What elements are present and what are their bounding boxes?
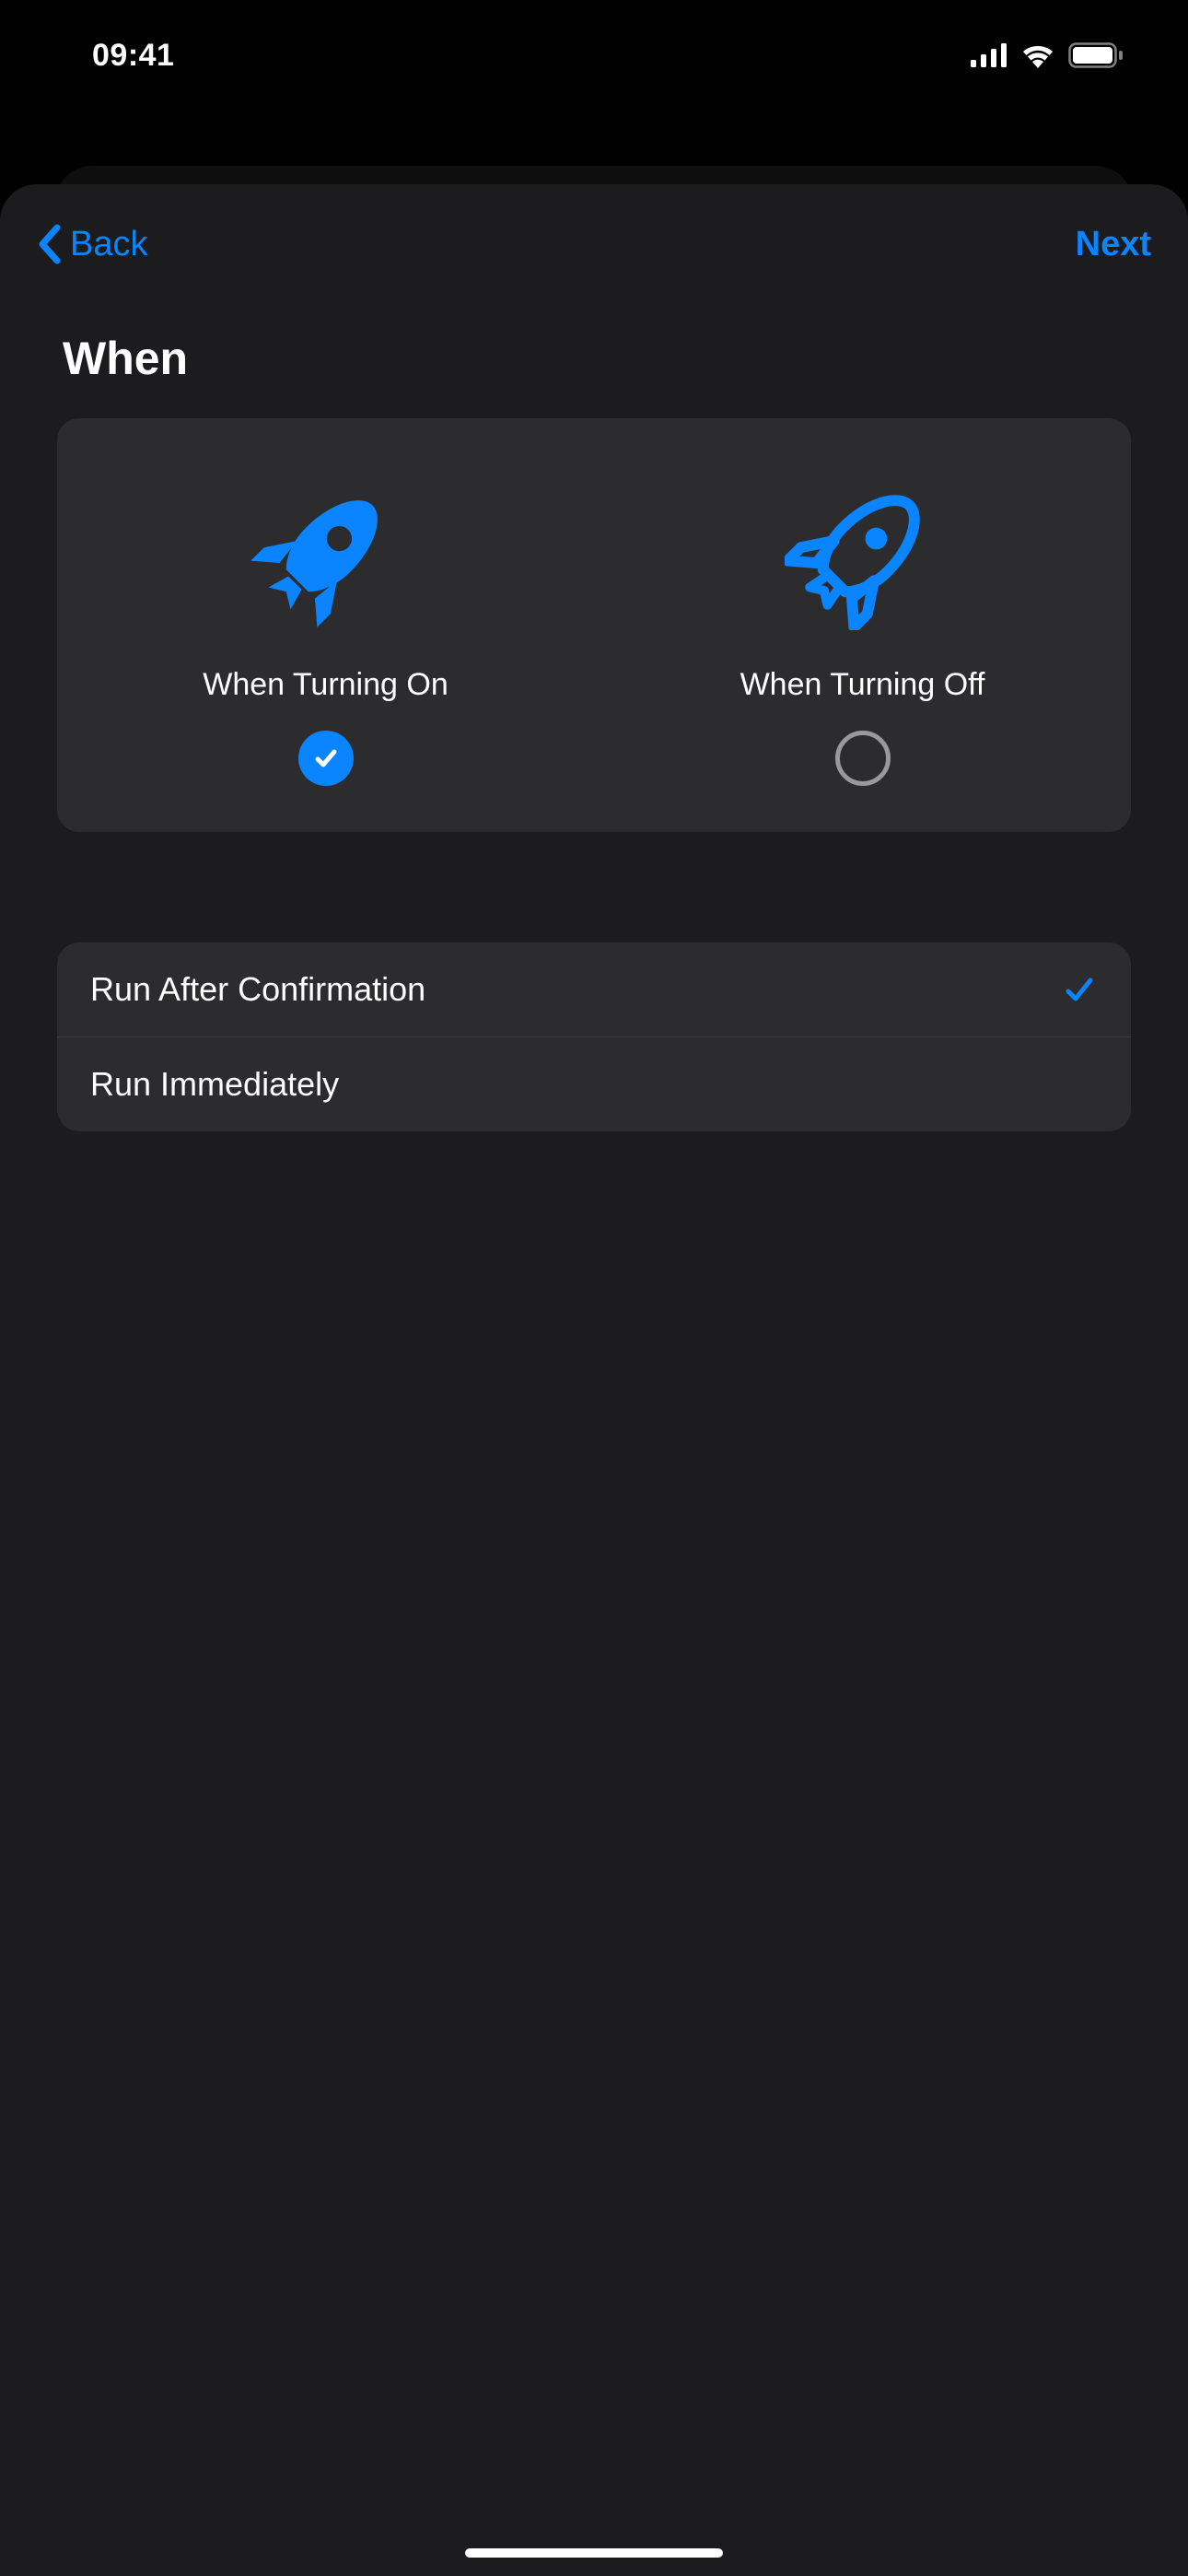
when-off-label: When Turning Off <box>740 667 985 703</box>
when-turning-off-option[interactable]: When Turning Off <box>594 464 1131 786</box>
wifi-icon <box>1020 42 1055 68</box>
modal-sheet: Back Next When <box>0 184 1188 2576</box>
cellular-icon <box>971 43 1007 67</box>
back-button[interactable]: Back <box>37 224 147 264</box>
section-title: When <box>63 332 1125 385</box>
checkmark-circle-icon <box>298 731 354 786</box>
content: When <box>0 304 1188 1131</box>
rocket-outline-icon <box>775 464 950 639</box>
status-bar: 09:41 <box>0 0 1188 111</box>
rocket-filled-icon <box>239 464 413 639</box>
empty-circle-icon <box>835 731 891 786</box>
chevron-left-icon <box>37 224 61 264</box>
checkmark-icon <box>1061 971 1098 1008</box>
run-immediately-label: Run Immediately <box>90 1065 339 1104</box>
status-icons <box>971 42 1124 68</box>
battery-icon <box>1068 42 1124 68</box>
when-card: When Turning On <box>57 418 1131 832</box>
run-options-card: Run After Confirmation Run Immediately <box>57 943 1131 1131</box>
when-turning-on-option[interactable]: When Turning On <box>57 464 594 786</box>
nav-bar: Back Next <box>0 184 1188 304</box>
next-button[interactable]: Next <box>1076 225 1151 264</box>
status-time: 09:41 <box>92 38 174 74</box>
run-after-confirmation-row[interactable]: Run After Confirmation <box>57 943 1131 1037</box>
back-label: Back <box>70 225 147 264</box>
home-indicator[interactable] <box>465 2548 723 2558</box>
when-on-label: When Turning On <box>203 667 448 703</box>
run-after-confirmation-label: Run After Confirmation <box>90 970 425 1009</box>
run-immediately-row[interactable]: Run Immediately <box>57 1037 1131 1131</box>
